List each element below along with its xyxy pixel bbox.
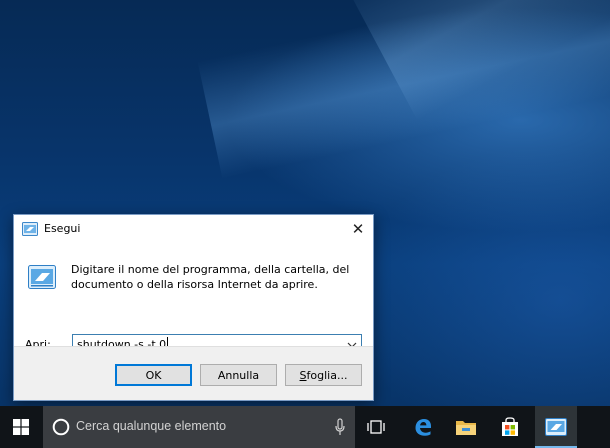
run-taskbar-button[interactable]	[535, 406, 577, 448]
microphone-icon[interactable]	[335, 418, 345, 436]
store-button[interactable]	[489, 406, 531, 448]
edge-button[interactable]	[402, 406, 444, 448]
cortana-icon	[52, 418, 70, 436]
run-dialog-body: Digitare il nome del programma, della ca…	[14, 243, 373, 355]
close-button[interactable]: ✕	[343, 215, 373, 243]
browse-button[interactable]: Sfoglia...	[285, 364, 362, 386]
run-icon	[28, 265, 56, 289]
task-view-icon	[367, 420, 385, 434]
edge-icon	[415, 419, 431, 436]
task-view-button[interactable]	[355, 406, 397, 448]
folder-icon	[456, 421, 476, 435]
file-explorer-button[interactable]	[445, 406, 487, 448]
ok-button[interactable]: OK	[115, 364, 192, 386]
close-icon: ✕	[351, 220, 365, 238]
run-icon	[22, 222, 38, 236]
windows-logo-icon	[13, 419, 29, 435]
run-dialog-description: Digitare il nome del programma, della ca…	[71, 263, 350, 291]
run-dialog-titlebar[interactable]: Esegui ✕	[14, 215, 373, 243]
run-dialog-footer: OK Annulla Sfoglia...	[14, 346, 373, 400]
store-icon	[502, 417, 518, 436]
search-placeholder: Cerca qualunque elemento	[76, 419, 227, 433]
search-box[interactable]: Cerca qualunque elemento	[43, 406, 355, 448]
cancel-button[interactable]: Annulla	[200, 364, 277, 386]
run-icon	[545, 418, 567, 436]
run-dialog: Esegui ✕ Digitare il nome del programma,…	[13, 214, 374, 401]
start-button[interactable]	[0, 406, 42, 448]
taskbar: Cerca qualunque elemento	[0, 406, 610, 448]
run-dialog-title: Esegui	[44, 222, 81, 235]
